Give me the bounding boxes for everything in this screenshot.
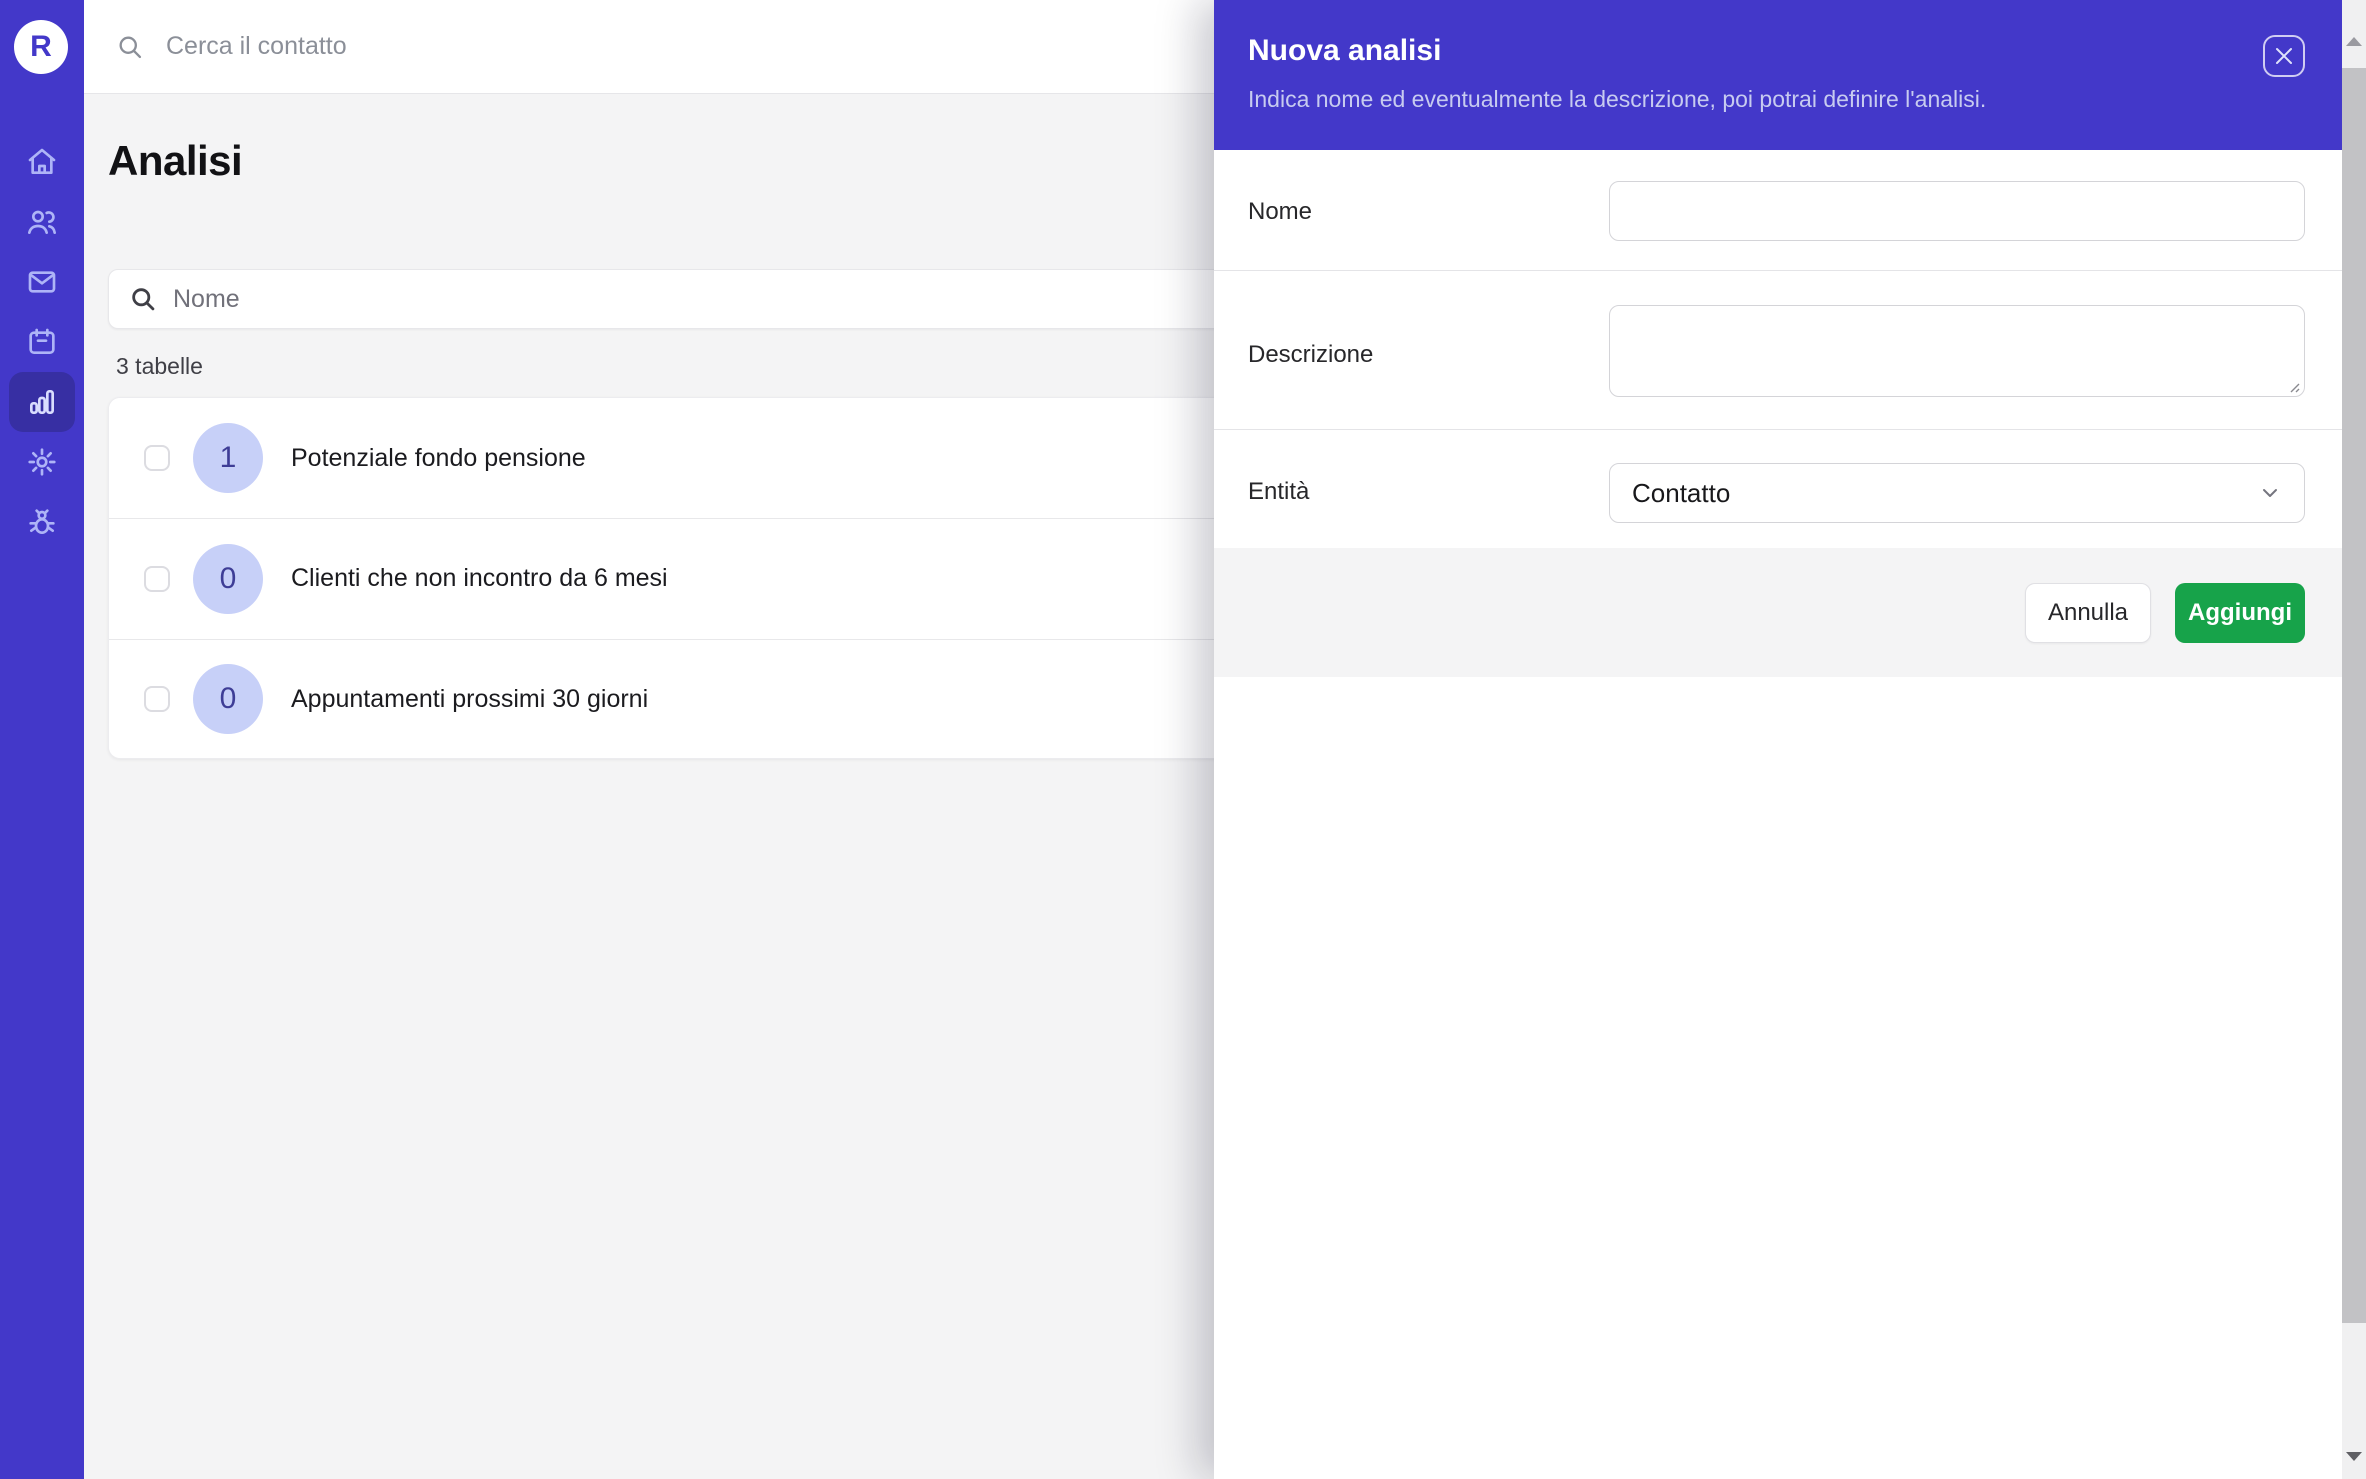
sidebar-item-settings[interactable]	[9, 432, 75, 492]
calendar-icon	[26, 326, 58, 358]
app-logo[interactable]: R	[14, 20, 68, 74]
row-label: Appuntamenti prossimi 30 giorni	[291, 685, 648, 714]
scroll-up-arrow[interactable]	[2342, 26, 2366, 56]
sidebar-item-home[interactable]	[9, 132, 75, 192]
row-checkbox[interactable]	[144, 566, 170, 592]
panel-footer: Annulla Aggiungi	[1214, 548, 2342, 677]
vertical-scrollbar[interactable]	[2342, 0, 2366, 1479]
description-label: Descrizione	[1248, 341, 1373, 369]
count-badge: 0	[193, 664, 263, 734]
sidebar-item-analytics[interactable]	[9, 372, 75, 432]
page-title: Analisi	[108, 137, 242, 185]
close-button[interactable]	[2263, 35, 2305, 77]
entity-field-row: Entità Contatto	[1214, 430, 2342, 548]
triangle-down-icon	[2346, 1452, 2362, 1461]
count-badge: 1	[193, 423, 263, 493]
row-checkbox[interactable]	[144, 445, 170, 471]
contacts-icon	[26, 206, 58, 238]
triangle-up-icon	[2346, 37, 2362, 46]
new-analysis-panel: Nuova analisi Indica nome ed eventualmen…	[1214, 0, 2342, 1479]
filter-input[interactable]	[173, 285, 1073, 314]
bug-icon	[26, 506, 58, 538]
row-checkbox[interactable]	[144, 686, 170, 712]
mail-icon	[26, 266, 58, 298]
count-badge: 0	[193, 544, 263, 614]
name-input[interactable]	[1609, 181, 2305, 241]
name-label: Nome	[1248, 198, 1312, 226]
row-label: Potenziale fondo pensione	[291, 444, 586, 473]
filter-search-icon	[129, 285, 157, 313]
entity-select[interactable]: Contatto	[1609, 463, 2305, 523]
sidebar-item-mail[interactable]	[9, 252, 75, 312]
panel-title: Nuova analisi	[1248, 34, 2342, 68]
home-icon	[26, 146, 58, 178]
description-textarea[interactable]	[1609, 305, 2305, 397]
gear-icon	[26, 446, 58, 478]
sidebar-nav	[0, 132, 84, 552]
row-label: Clienti che non incontro da 6 mesi	[291, 564, 668, 593]
close-icon	[2272, 44, 2296, 68]
scroll-down-arrow[interactable]	[2342, 1441, 2366, 1471]
description-field-row: Descrizione	[1214, 271, 2342, 430]
sidebar-item-calendar[interactable]	[9, 312, 75, 372]
search-input[interactable]	[166, 32, 866, 61]
panel-subtitle: Indica nome ed eventualmente la descrizi…	[1248, 86, 2342, 113]
panel-header: Nuova analisi Indica nome ed eventualmen…	[1214, 0, 2342, 150]
table-count: 3 tabelle	[116, 353, 203, 380]
sidebar-item-contacts[interactable]	[9, 192, 75, 252]
entity-label: Entità	[1248, 478, 1309, 506]
bar-chart-icon	[26, 386, 58, 418]
submit-button[interactable]: Aggiungi	[2175, 583, 2305, 643]
sidebar: R	[0, 0, 84, 1479]
app-logo-letter: R	[30, 30, 52, 64]
search-icon	[116, 33, 144, 61]
chevron-down-icon	[2258, 481, 2282, 505]
entity-select-value: Contatto	[1632, 478, 1730, 509]
name-field-row: Nome	[1214, 150, 2342, 271]
cancel-button[interactable]: Annulla	[2025, 583, 2151, 643]
scrollbar-thumb[interactable]	[2342, 68, 2366, 1323]
sidebar-item-bug[interactable]	[9, 492, 75, 552]
